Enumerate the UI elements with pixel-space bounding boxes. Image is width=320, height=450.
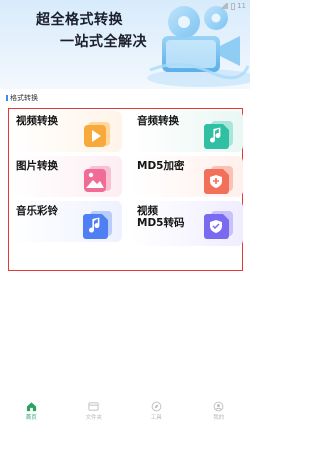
signal-icon (219, 3, 229, 9)
feature-grid: 视频转换 音频转换 图片转换 MD5加密 音乐彩铃 视频 MD5转码 (8, 108, 243, 271)
card-label: 音频转换 (137, 115, 179, 127)
nav-folder[interactable]: 文件夹 (69, 401, 119, 421)
folder-icon (88, 402, 99, 411)
user-icon (213, 401, 224, 412)
nav-label: 工具 (150, 415, 162, 421)
music-note-icon (83, 211, 112, 239)
battery-icon (231, 2, 236, 10)
card-image-convert[interactable]: 图片转换 (11, 156, 122, 197)
video-camera-illustration-icon (147, 6, 250, 87)
music-note-icon (204, 121, 233, 149)
nav-home[interactable]: 首页 (6, 401, 56, 421)
card-label: 视频转换 (16, 115, 58, 127)
play-icon (84, 122, 110, 147)
compass-icon (151, 401, 162, 412)
section-title: 格式转换 (6, 93, 38, 103)
home-icon (26, 402, 36, 412)
card-label: MD5加密 (137, 160, 185, 172)
card-video-convert[interactable]: 视频转换 (11, 111, 122, 152)
banner-subheadline: 一站式全解决 (60, 34, 147, 50)
bottom-navigation: 首页 文件夹 工具 我的 (0, 396, 250, 426)
card-video-md5[interactable]: 视频 MD5转码 (132, 201, 243, 246)
nav-label: 文件夹 (85, 415, 102, 421)
shield-check-icon (204, 211, 233, 239)
shield-plus-icon (204, 166, 233, 194)
banner-headline: 超全格式转换 (36, 12, 123, 28)
system-gesture-bar (0, 430, 250, 450)
status-time: 11 (237, 2, 246, 10)
nav-profile[interactable]: 我的 (194, 401, 244, 421)
nav-tools[interactable]: 工具 (131, 401, 181, 421)
nav-label: 我的 (213, 415, 225, 421)
card-md5-encrypt[interactable]: MD5加密 (132, 156, 243, 197)
image-icon (84, 166, 111, 192)
promo-banner[interactable]: 超全格式转换 一站式全解决 (0, 0, 250, 89)
status-bar: 11 (0, 0, 250, 12)
card-label: 图片转换 (16, 160, 58, 172)
card-label: 视频 MD5转码 (137, 205, 185, 229)
nav-label: 首页 (25, 415, 37, 421)
card-ringtone[interactable]: 音乐彩铃 (11, 201, 122, 242)
card-label: 音乐彩铃 (16, 205, 58, 217)
card-audio-convert[interactable]: 音频转换 (132, 111, 243, 152)
